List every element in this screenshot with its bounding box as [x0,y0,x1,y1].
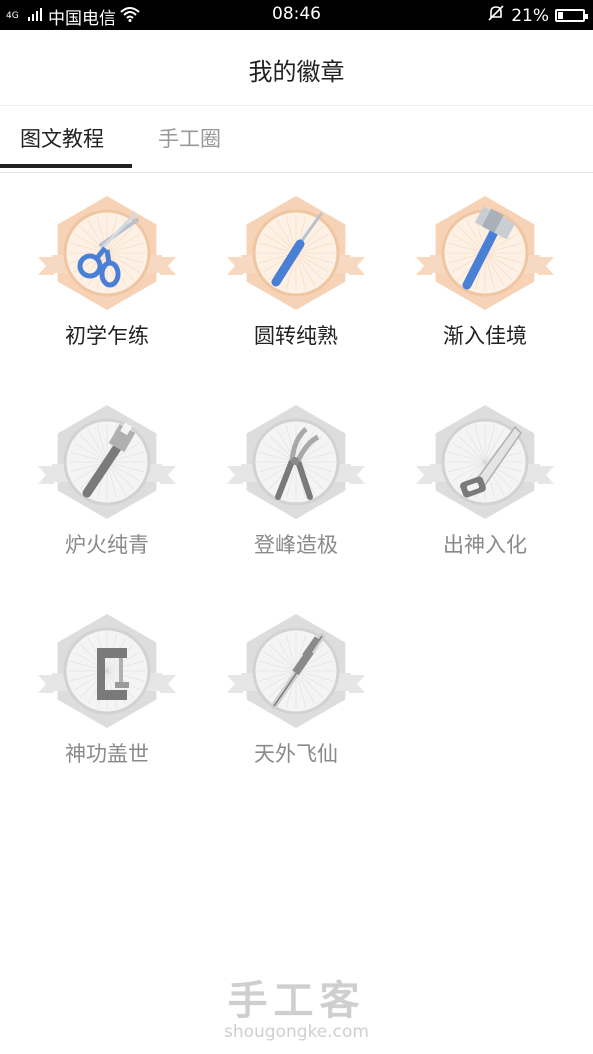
badge-emblem [227,405,365,519]
watermark-url: shougongke.com [224,1022,369,1042]
badge-emblem [38,196,176,310]
badge-label: 登峰造极 [254,533,338,557]
bell-muted-icon [487,4,505,27]
tab-bar: 图文教程 手工圈 [0,105,593,173]
status-bar: 4G 中国电信 08:46 21% [0,0,593,30]
badge-emblem [227,196,365,310]
badge-label: 圆转纯熟 [254,324,338,348]
badge-emblem [38,614,176,728]
badge-emblem [227,614,365,728]
badge-emblem [416,196,554,310]
battery-icon [555,9,588,22]
badge-label: 初学乍练 [65,324,149,348]
badge-item[interactable]: 神功盖世 [12,608,202,788]
active-tab-indicator [0,164,132,168]
badge-label: 天外飞仙 [254,742,338,766]
badge-item[interactable]: 出神入化 [390,399,580,579]
badge-item[interactable]: 登峰造极 [201,399,391,579]
battery-percent: 21% [511,5,549,26]
status-right: 21% [487,4,588,27]
badge-label: 炉火纯青 [65,533,149,557]
tab-tutorials[interactable]: 图文教程 [20,123,104,153]
battery-fill [558,12,563,19]
badge-item[interactable]: 圆转纯熟 [201,190,391,370]
badge-item[interactable]: 初学乍练 [12,190,202,370]
badge-emblem [38,405,176,519]
page-title: 我的徽章 [248,58,345,86]
watermark: 手工客 shougongke.com [0,978,593,1042]
tab-craft-circle[interactable]: 手工圈 [158,123,221,153]
badge-emblem [416,405,554,519]
badge-label: 出神入化 [443,533,527,557]
badge-item[interactable]: 天外飞仙 [201,608,391,788]
badge-item[interactable]: 炉火纯青 [12,399,202,579]
badge-label: 神功盖世 [65,742,149,766]
header: 我的徽章 [0,30,593,106]
badge-item[interactable]: 渐入佳境 [390,190,580,370]
watermark-logo: 手工客 [227,978,366,1024]
badge-label: 渐入佳境 [443,324,527,348]
